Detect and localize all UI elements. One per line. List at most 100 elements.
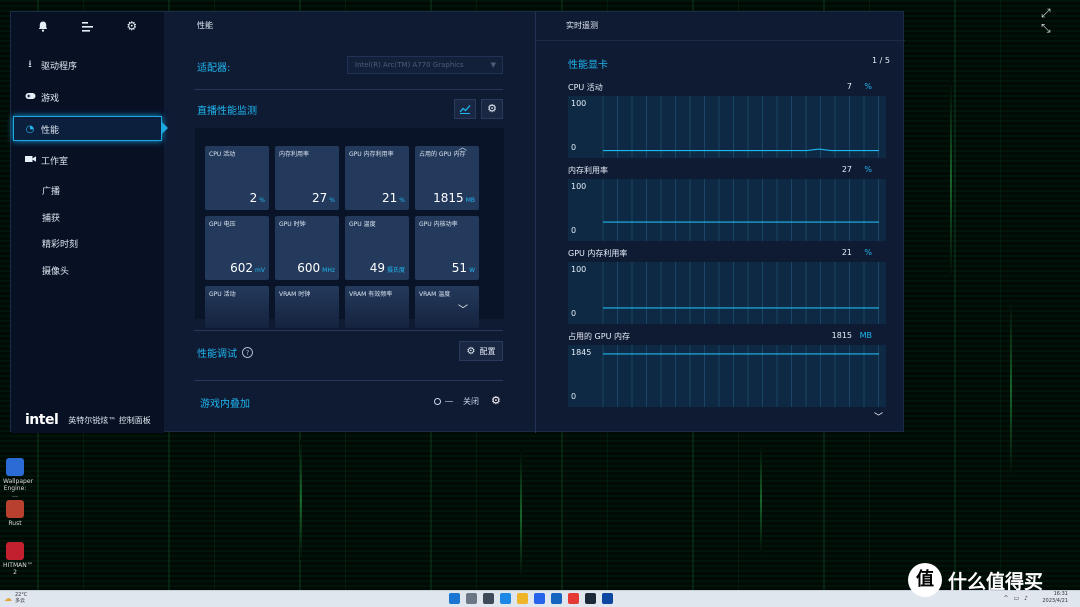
telemetry-metric-unit: % [864,82,872,91]
gear-icon: ⚙ [466,345,476,357]
telemetry-graph: 1845 0 [568,345,886,407]
chevron-down-icon[interactable]: ﹀ [458,301,468,316]
sidebar-item-studio[interactable]: 工作室 [11,148,164,172]
desktop-icon-label: Wallpaper Engine: ... [3,478,34,499]
desktop-icon-label: HITMAN™ 2 [3,562,33,576]
settings-gear-icon[interactable]: ⚙ [126,19,137,33]
chart-view-button[interactable] [454,99,476,119]
steam-icon[interactable] [585,593,596,604]
desktop-icon-rust[interactable]: Rust [3,500,27,527]
sidebar-subitem-capture[interactable]: 捕获 [42,211,60,224]
weather-desc: 多云 [15,598,26,604]
metric-tile-label: 内存利用率 [279,151,310,158]
metric-tile[interactable]: 占用的 GPU 内存 1815 MB [415,146,479,210]
metric-tile[interactable]: VRAM 时钟 [275,286,339,328]
overlay-settings-gear-icon[interactable]: ⚙ [491,394,501,407]
metric-tile-value-group: 49 摄氏度 [370,261,405,275]
metric-tile[interactable]: GPU 时钟 600 MHz [275,216,339,280]
telemetry-title: 实时遥测 [566,21,598,30]
brand-name: 英特尔锐炫™ 控制面板 [68,415,151,425]
download-icon: ⭳ [28,58,32,70]
sidebar-item-performance[interactable]: ◔ 性能 [11,117,164,141]
metric-tile-label: GPU 时钟 [279,221,306,228]
telemetry-metric-value: 7 [846,82,852,91]
camera-icon [19,155,41,166]
metric-tile[interactable]: GPU 活动 [205,286,269,328]
sidebar-item-label: 性能 [41,125,60,136]
hitman-icon [6,542,24,560]
config-button[interactable]: ⚙ 配置 [459,341,503,361]
metric-tile-value: 51 [451,261,468,275]
metric-tile-label: GPU 活动 [209,291,236,298]
start-icon[interactable] [449,593,460,604]
cloud-sun-icon: ☁ [4,593,12,603]
metric-tile-value-group: 27% [312,191,335,205]
adapter-select[interactable]: Intel(R) Arc(TM) A770 Graphics ▼ [347,56,503,74]
sidebar: ⚙ ⭳ 驱动程序 游戏 ◔ 性能 工作室 广播 捕获 精彩时刻 摄像头 inte… [11,12,168,433]
edge-icon[interactable] [500,593,511,604]
graph-ymin-label: 0 [571,392,576,401]
metric-tile[interactable]: CPU 活动 2% [205,146,269,210]
metric-tile-label: CPU 活动 [209,151,236,158]
arc-control-icon[interactable] [602,593,613,604]
search-icon[interactable] [466,593,477,604]
metric-tile-unit: MHz [322,267,335,274]
taskbar-clock[interactable]: 16:31 2023/4/21 [1042,591,1068,605]
wallpaper-engine-icon[interactable] [551,593,562,604]
gear-icon: ⚙ [487,102,497,115]
sidebar-subitem-camera[interactable]: 摄像头 [42,264,69,277]
window-expand-icon[interactable]: ⤢ ⤡ [1041,6,1080,36]
metric-tile-label: GPU 内核功率 [419,221,458,228]
metric-tile-value-group: 602 mV [230,261,265,275]
scroll-up-icon[interactable]: ︿ [458,140,467,153]
sidebar-toolbar: ⚙ [11,12,164,40]
telemetry-metric-unit: % [864,248,872,257]
metric-tile-unit: W [469,267,475,274]
toggle-track [445,401,453,402]
store-icon[interactable] [534,593,545,604]
live-settings-button[interactable]: ⚙ [481,99,503,119]
bell-icon[interactable] [38,17,48,36]
file-explorer-icon[interactable] [517,593,528,604]
metric-tile[interactable]: GPU 内核功率 51 W [415,216,479,280]
metric-tile-value: 27 [312,191,328,205]
watermark-text: 什么值得买 [948,570,1044,593]
telemetry-metric-unit: % [864,165,872,174]
metric-tile-value: 21 [382,191,398,205]
chevron-down-icon[interactable]: ﹀ [874,410,883,423]
page-title: 性能 [197,21,213,30]
sidebar-item-games[interactable]: 游戏 [11,85,164,109]
sidebar-item-drivers[interactable]: ⭳ 驱动程序 [11,53,164,77]
weather-widget[interactable]: ☁ 22°C 多云 [4,592,27,604]
watermark: 值 什么值得买 [908,563,1043,597]
metric-tile-unit: % [329,197,335,204]
task-view-icon[interactable] [483,593,494,604]
clock-date: 2023/4/21 [1042,598,1068,604]
sidebar-subitem-highlights[interactable]: 精彩时刻 [42,237,78,250]
telemetry-metric-value: 1815 [831,331,852,340]
telemetry-graphs: CPU 活动 7% 100 0 内存利用率 27% 100 0 GPU 内存利用率 21% 100 0… [566,72,888,407]
overlay-toggle[interactable]: 关闭 [434,396,479,407]
help-icon[interactable]: ? [242,347,253,358]
metric-tile[interactable]: GPU 内存利用率 21% [345,146,409,210]
sidebar-item-label: 工作室 [41,156,69,167]
metric-tile[interactable]: VRAM 温度 [415,286,479,328]
divider [194,330,503,331]
metric-tile[interactable]: GPU 温度 49 摄氏度 [345,216,409,280]
app-icon[interactable] [568,593,579,604]
metric-tile[interactable]: GPU 电压 602 mV [205,216,269,280]
gpu-section-title: 性能显卡 [568,60,608,71]
watermark-logo: 值 [908,563,942,597]
sidebar-subitem-broadcast[interactable]: 广播 [42,184,60,197]
desktop-icon-hitman[interactable]: HITMAN™ 2 [3,542,33,576]
menu-icon[interactable] [81,17,93,36]
metric-tile[interactable]: VRAM 有效频率 [345,286,409,328]
desktop-icon-wallpaper-engine[interactable]: Wallpaper Engine: ... [3,458,33,499]
metric-tile-value-group: 51 W [452,261,475,275]
metric-tile-value-group: 600 MHz [297,261,335,275]
metric-tile-unit: % [259,197,265,204]
live-monitor-title: 直播性能监测 [197,106,257,117]
graph-ymax-label: 100 [571,265,586,274]
metric-tile-unit: % [399,197,405,204]
metric-tile[interactable]: 内存利用率 27% [275,146,339,210]
